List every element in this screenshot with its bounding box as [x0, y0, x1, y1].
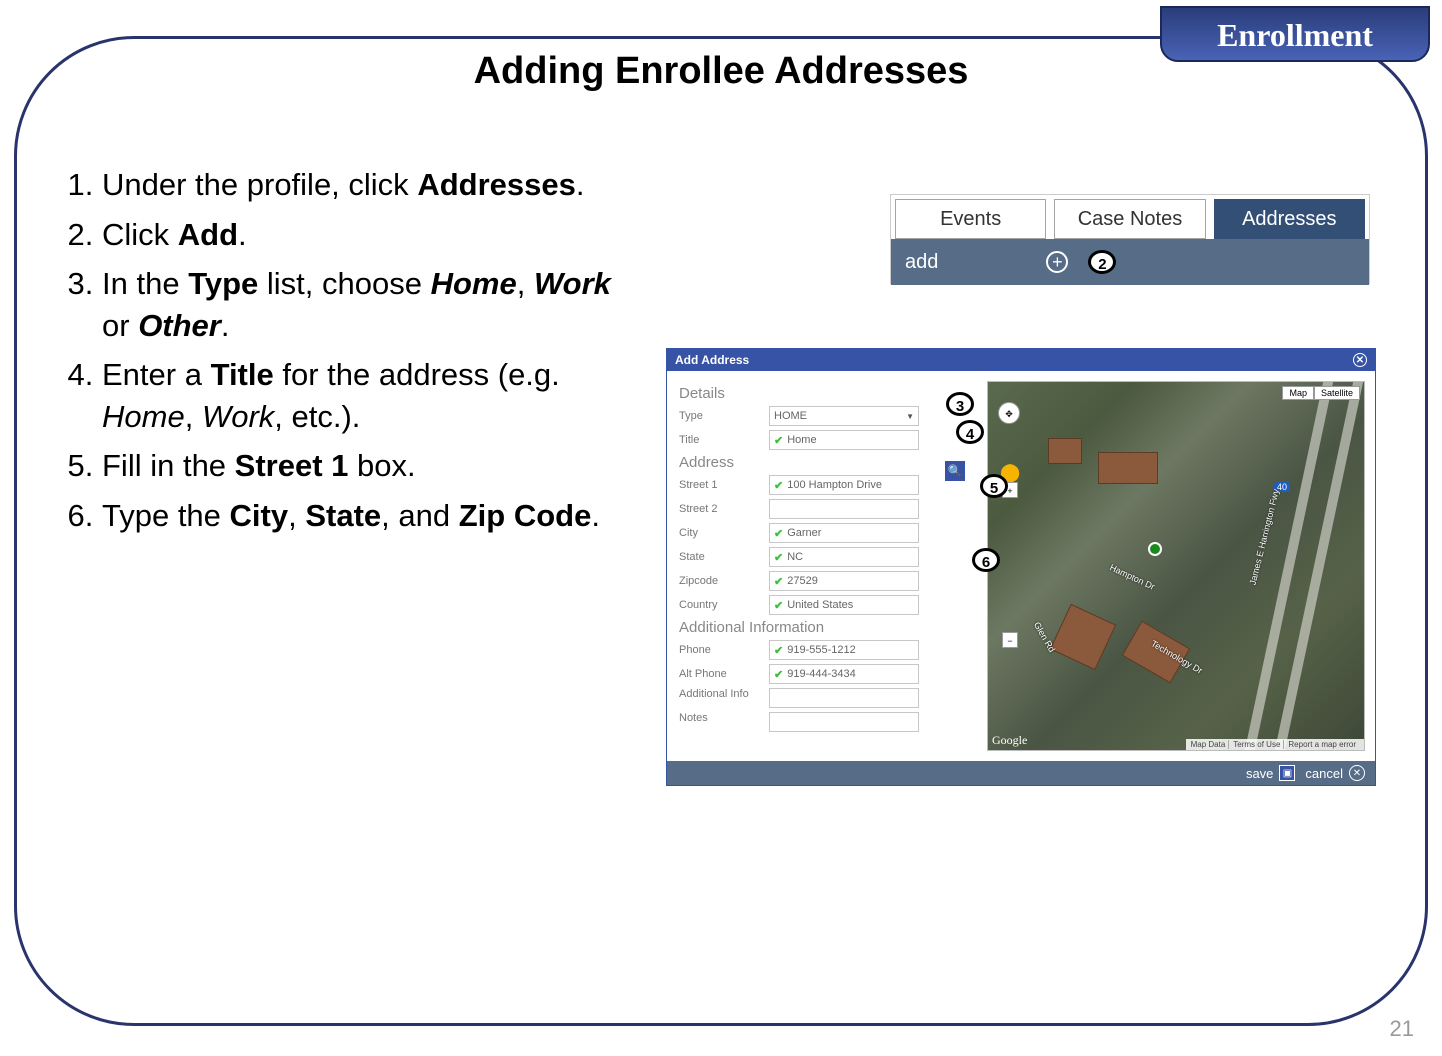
altphone-input[interactable]: ✔919-444-3434: [769, 664, 919, 684]
save-icon: ▣: [1279, 765, 1295, 781]
map-footer: Map DataTerms of UseReport a map error: [1186, 739, 1364, 750]
callout-6: 6: [972, 548, 1000, 572]
dialog-titlebar: Add Address ✕: [667, 349, 1375, 371]
street1-input[interactable]: ✔100 Hampton Drive: [769, 475, 919, 495]
section-details: Details: [679, 385, 975, 402]
country-input[interactable]: ✔United States: [769, 595, 919, 615]
city-input[interactable]: ✔Garner: [769, 523, 919, 543]
cancel-button[interactable]: cancel ✕: [1305, 765, 1365, 781]
add-button[interactable]: +: [1046, 251, 1068, 273]
street-label: Glen Rd: [1032, 620, 1057, 654]
callout-5: 5: [980, 474, 1008, 498]
street-label: Technology Dr: [1149, 638, 1204, 675]
callout-4: 4: [956, 420, 984, 444]
page-number: 21: [1390, 1016, 1414, 1042]
label-country: Country: [679, 599, 769, 611]
save-button[interactable]: save ▣: [1246, 765, 1295, 781]
cancel-icon: ✕: [1349, 765, 1365, 781]
label-zip: Zipcode: [679, 575, 769, 587]
label-notes: Notes: [679, 712, 769, 724]
check-icon: ✔: [774, 575, 783, 588]
type-select[interactable]: HOME: [769, 406, 919, 426]
callout-2: 2: [1088, 250, 1116, 274]
notes-input[interactable]: [769, 712, 919, 732]
map-marker-icon: [1148, 542, 1162, 556]
label-altphone: Alt Phone: [679, 668, 769, 680]
label-phone: Phone: [679, 644, 769, 656]
label-street2: Street 2: [679, 503, 769, 515]
label-street1: Street 1: [679, 479, 769, 491]
check-icon: ✔: [774, 434, 783, 447]
callout-3: 3: [946, 392, 974, 416]
zoom-out-icon[interactable]: −: [1002, 632, 1018, 648]
title-input[interactable]: ✔Home: [769, 430, 919, 450]
check-icon: ✔: [774, 479, 783, 492]
state-input[interactable]: ✔NC: [769, 547, 919, 567]
page-title: Adding Enrollee Addresses: [0, 50, 1442, 93]
label-state: State: [679, 551, 769, 563]
add-label: add: [905, 251, 938, 274]
tab-events[interactable]: Events: [895, 199, 1046, 239]
close-icon[interactable]: ✕: [1353, 353, 1367, 367]
list-item: In the Type list, choose Home, Work or O…: [102, 263, 628, 346]
pan-icon[interactable]: ✥: [998, 402, 1020, 424]
search-icon[interactable]: 🔍: [945, 461, 965, 481]
check-icon: ✔: [774, 599, 783, 612]
list-item: Fill in the Street 1 box.: [102, 445, 628, 487]
map-type-switch[interactable]: MapSatellite: [1282, 386, 1360, 400]
list-item: Click Add.: [102, 214, 628, 256]
tab-addresses[interactable]: Addresses: [1214, 199, 1365, 239]
street2-input[interactable]: [769, 499, 919, 519]
label-title: Title: [679, 434, 769, 446]
list-item: Type the City, State, and Zip Code.: [102, 495, 628, 537]
check-icon: ✔: [774, 551, 783, 564]
check-icon: ✔: [774, 527, 783, 540]
label-addlinfo: Additional Info: [679, 688, 769, 700]
street-label: Hampton Dr: [1108, 562, 1156, 592]
section-address: Address: [679, 454, 975, 471]
list-item: Under the profile, click Addresses.: [102, 164, 628, 206]
add-address-dialog: Add Address ✕ Details Type HOME Title ✔H…: [666, 348, 1376, 786]
list-item: Enter a Title for the address (e.g. Home…: [102, 354, 628, 437]
google-logo: Google: [992, 733, 1027, 748]
street-label: James E Harrington Fwy: [1248, 488, 1282, 586]
tab-case-notes[interactable]: Case Notes: [1054, 199, 1205, 239]
addlinfo-input[interactable]: [769, 688, 919, 708]
section-additional: Additional Information: [679, 619, 975, 636]
phone-input[interactable]: ✔919-555-1212: [769, 640, 919, 660]
instruction-list: Under the profile, click Addresses. Clic…: [58, 164, 628, 544]
label-city: City: [679, 527, 769, 539]
map-preview[interactable]: MapSatellite ✥ ⬤ + − 40 Hampton Dr Glen …: [987, 381, 1365, 751]
zip-input[interactable]: ✔27529: [769, 571, 919, 591]
check-icon: ✔: [774, 668, 783, 681]
dialog-title: Add Address: [675, 353, 749, 367]
profile-tabstrip: Events Case Notes Addresses add + 2: [890, 194, 1370, 284]
check-icon: ✔: [774, 644, 783, 657]
label-type: Type: [679, 410, 769, 422]
